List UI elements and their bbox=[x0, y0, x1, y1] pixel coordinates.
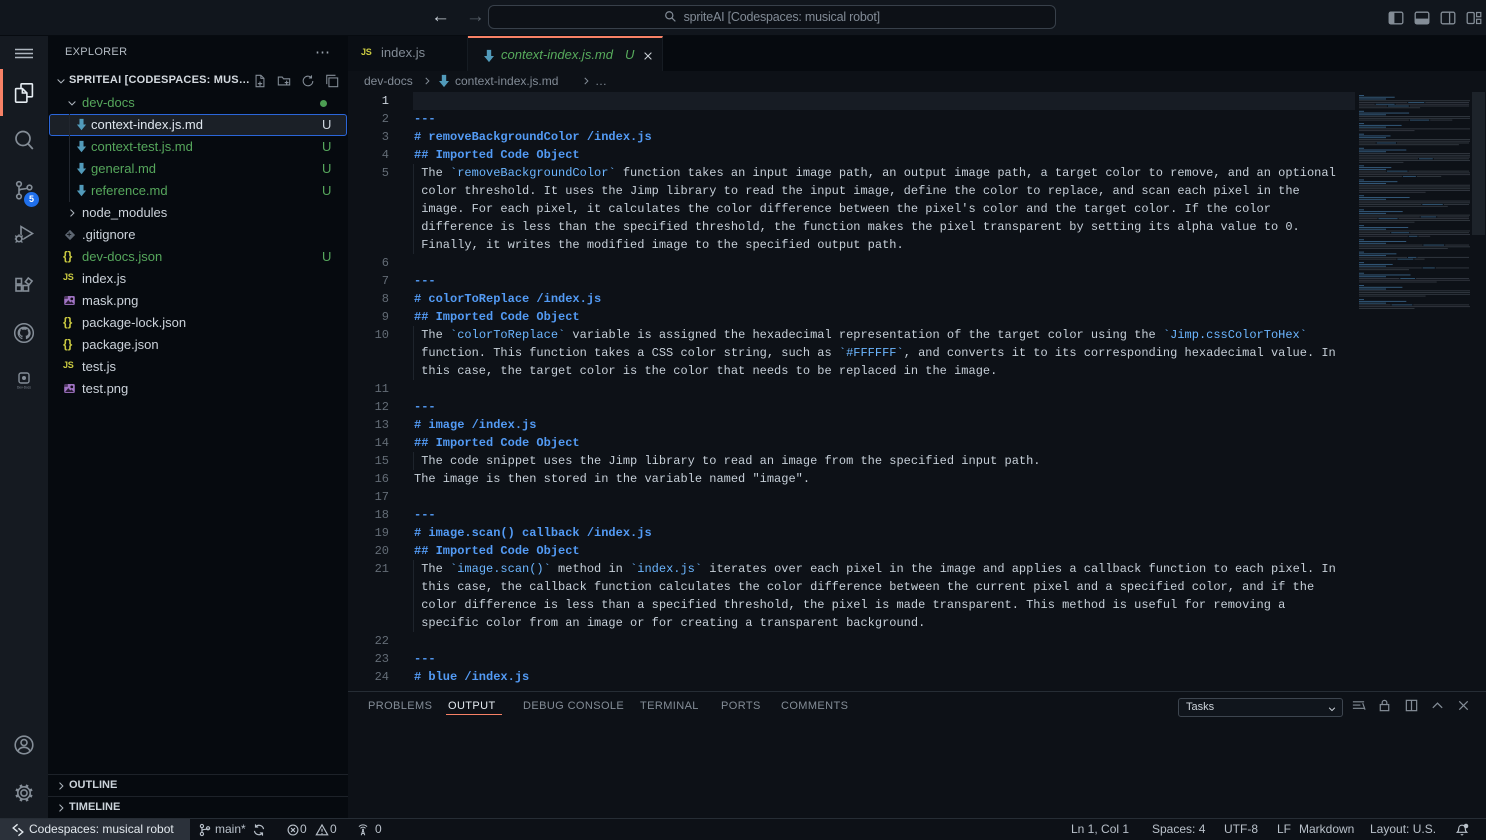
svg-text:Dev-Docs: Dev-Docs bbox=[17, 386, 31, 390]
